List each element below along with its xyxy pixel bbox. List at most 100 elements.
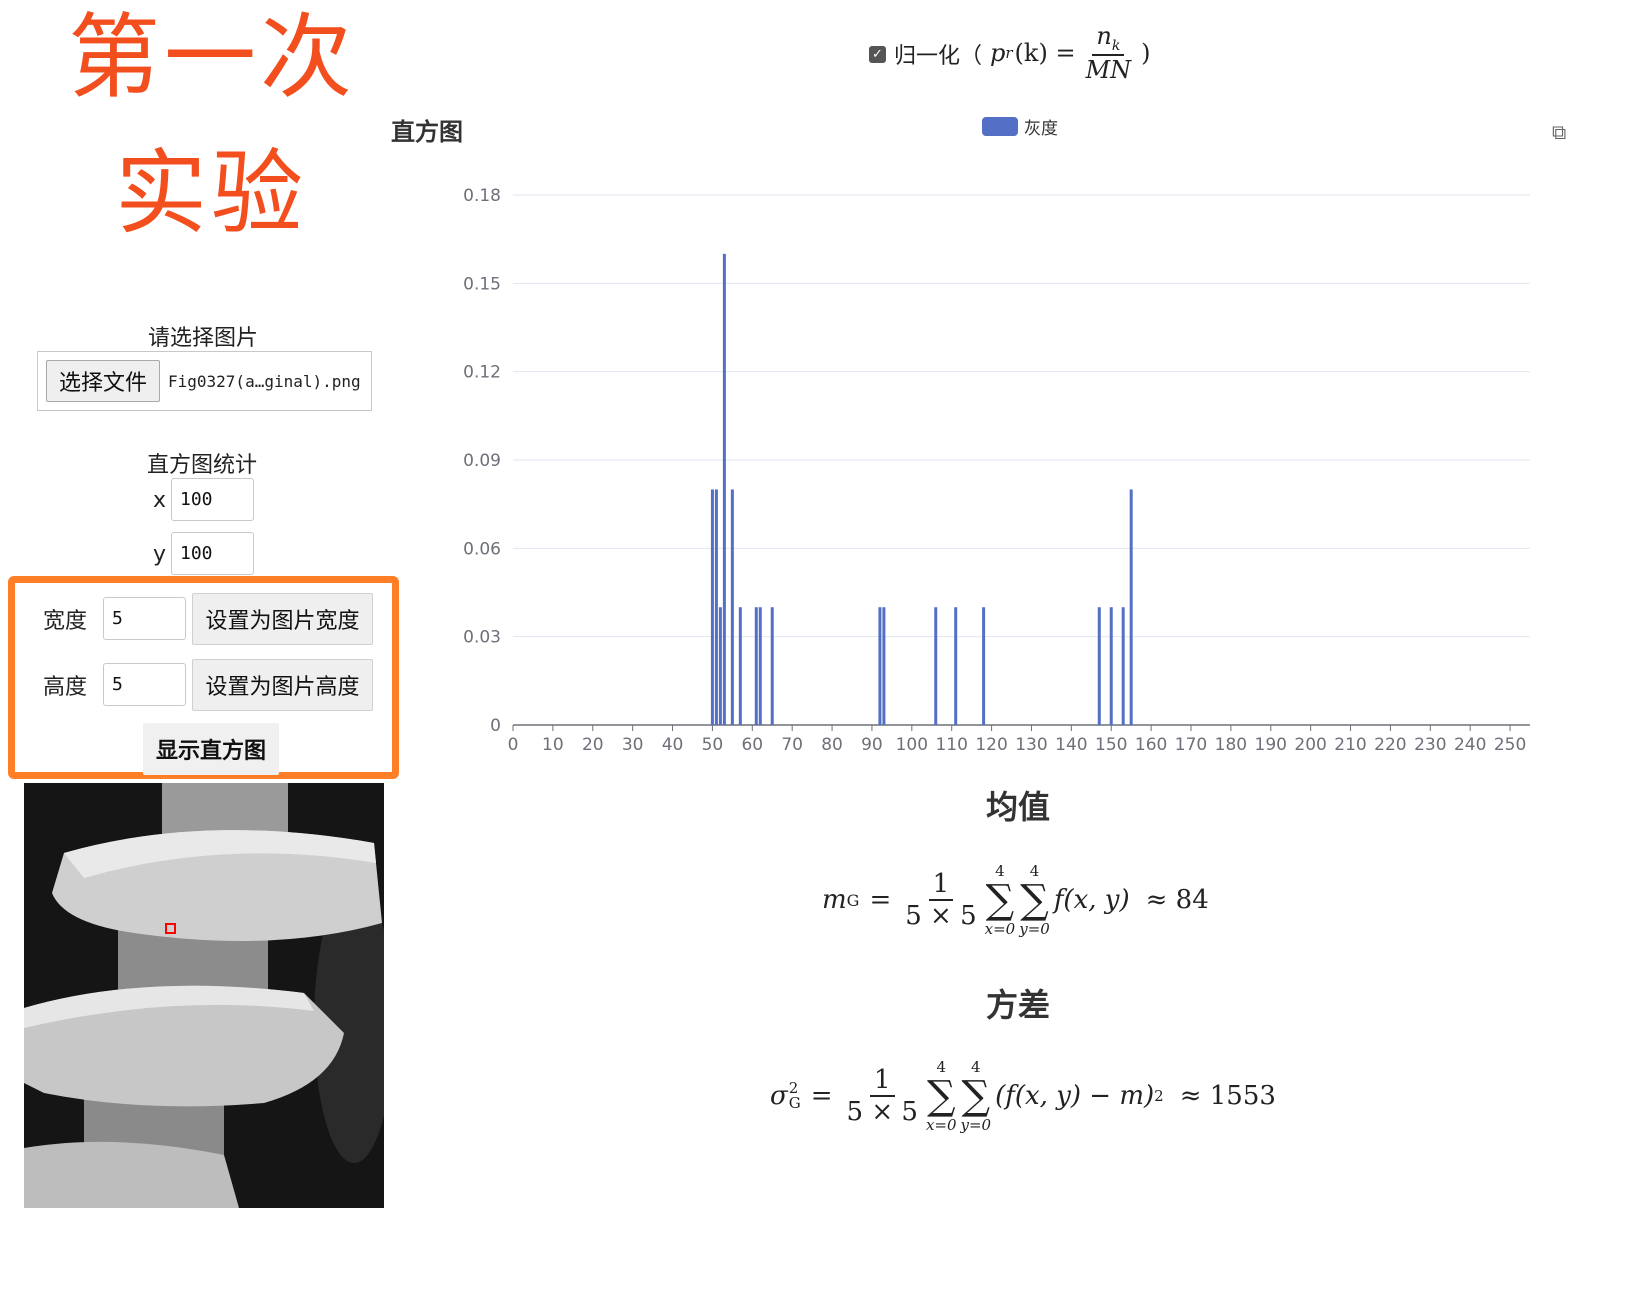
variance-frac-num: 1 [869, 1065, 895, 1097]
set-height-button[interactable]: 设置为图片高度 [192, 659, 373, 711]
formula-arg: (k) = [1014, 39, 1076, 67]
x-tick-label: 150 [1095, 735, 1127, 755]
x-tick-label: 90 [861, 735, 883, 755]
chart-title: 直方图 [391, 118, 463, 146]
formula-p-sub: r [1005, 44, 1013, 62]
x-tick-label: 20 [582, 735, 604, 755]
mean-heading: 均值 [986, 788, 1051, 826]
histogram-bar [1109, 607, 1113, 725]
normalize-label: 归一化（ [894, 44, 983, 69]
x-tick-label: 220 [1374, 735, 1406, 755]
x-tick-label: 100 [896, 735, 928, 755]
x-tick-label: 200 [1294, 735, 1326, 755]
histogram-bar [758, 607, 762, 725]
chart-legend[interactable]: 灰度 [982, 114, 1058, 139]
choose-file-button[interactable]: 选择文件 [46, 360, 160, 402]
histogram-bar [710, 489, 714, 725]
legend-label: 灰度 [1024, 119, 1058, 139]
y-tick-label: 0.12 [463, 363, 501, 383]
histogram-bar [954, 607, 958, 725]
source-image[interactable] [24, 783, 384, 1208]
variance-result: ≈ 1553 [1179, 1081, 1276, 1111]
x-tick-label: 250 [1494, 735, 1526, 755]
x-tick-label: 180 [1215, 735, 1247, 755]
mean-sum1-bot: x=0 [984, 920, 1016, 938]
size-controls-panel: 宽度 5 设置为图片宽度 高度 5 设置为图片高度 显示直方图 [8, 576, 399, 779]
stats-heading: 直方图统计 [147, 453, 258, 478]
y-tick-label: 0.06 [463, 539, 501, 559]
x-tick-label: 230 [1414, 735, 1446, 755]
y-tick-label: 0.18 [463, 186, 501, 206]
mean-frac-num: 1 [928, 869, 954, 901]
normalize-checkbox[interactable]: ✓ [869, 45, 886, 63]
height-input[interactable]: 5 [103, 663, 186, 706]
y-label: y [153, 542, 167, 567]
file-prompt: 请选择图片 [148, 326, 259, 351]
x-input[interactable]: 100 [171, 478, 254, 521]
height-label: 高度 [43, 675, 88, 700]
formula-close: ) [1141, 39, 1151, 67]
x-tick-label: 30 [622, 735, 644, 755]
x-tick-label: 160 [1135, 735, 1167, 755]
histogram-bar [1129, 489, 1133, 725]
x-tick-label: 80 [821, 735, 843, 755]
width-label: 宽度 [43, 609, 88, 634]
x-tick-label: 10 [542, 735, 564, 755]
x-tick-label: 110 [935, 735, 967, 755]
x-tick-label: 190 [1255, 735, 1287, 755]
histogram-bar [754, 607, 758, 725]
x-tick-label: 210 [1334, 735, 1366, 755]
histogram-bar [1097, 607, 1101, 725]
variance-formula: σ2G = 15 × 5 4 ∑ x=0 4 ∑ y=0 (f(x, y) − m) 2 … [770, 1058, 1276, 1134]
formula-frac: nk MN [1082, 22, 1136, 84]
variance-lhs: σ [770, 1081, 788, 1111]
x-label: x [153, 488, 167, 513]
y-tick-label: 0.15 [463, 274, 501, 294]
normalize-toggle[interactable]: ✓ 归一化（ [869, 36, 982, 72]
width-input[interactable]: 5 [103, 597, 186, 640]
file-name: Fig0327(a…ginal).png [168, 372, 361, 391]
variance-sum1-bot: x=0 [925, 1116, 957, 1134]
mean-lhs-sub: G [846, 890, 860, 910]
histogram-bar [934, 607, 938, 725]
histogram-bar [770, 607, 774, 725]
x-tick-label: 50 [702, 735, 724, 755]
histogram-bar [730, 489, 734, 725]
page-title-line1: 第一次 [68, 4, 357, 111]
x-tick-label: 40 [662, 735, 684, 755]
page-title-line2: 实验 [115, 140, 308, 247]
x-tick-label: 130 [1015, 735, 1047, 755]
variance-sum2-bot: y=0 [960, 1116, 992, 1134]
x-tick-label: 120 [975, 735, 1007, 755]
variance-heading: 方差 [986, 986, 1051, 1024]
set-width-button[interactable]: 设置为图片宽度 [192, 593, 373, 645]
toolbox-icon[interactable]: ⧉ [1552, 120, 1566, 144]
mean-formula: mG = 15 × 5 4 ∑ x=0 4 ∑ y=0 f(x, y) ≈ 84 [822, 862, 1209, 938]
y-tick-label: 0 [490, 716, 501, 736]
mean-result: ≈ 84 [1145, 885, 1209, 915]
formula-mn: MN [1085, 55, 1132, 84]
mean-frac-den: 5 × 5 [905, 901, 977, 931]
file-input[interactable]: 选择文件 Fig0327(a…ginal).png [37, 351, 372, 411]
x-tick-label: 240 [1454, 735, 1486, 755]
histogram-bar [722, 253, 726, 725]
variance-body-sup: 2 [1154, 1087, 1164, 1105]
normalize-formula: p r (k) = nk MN ) [990, 22, 1151, 84]
histogram-bar [1121, 607, 1125, 725]
x-tick-label: 70 [781, 735, 803, 755]
histogram-bar [738, 607, 742, 725]
x-tick-label: 170 [1175, 735, 1207, 755]
show-histogram-button[interactable]: 显示直方图 [143, 723, 279, 775]
mean-sum2-bot: y=0 [1019, 920, 1050, 938]
formula-n-sub: k [1111, 37, 1121, 54]
histogram-bar [882, 607, 886, 725]
mean-body: f(x, y) [1053, 885, 1130, 915]
y-tick-label: 0.03 [463, 628, 501, 648]
histogram-bar [718, 607, 722, 725]
x-tick-label: 60 [741, 735, 763, 755]
y-tick-label: 0.09 [463, 451, 501, 471]
formula-n: n [1096, 22, 1112, 51]
x-tick-label: 140 [1055, 735, 1087, 755]
y-input[interactable]: 100 [171, 532, 254, 575]
formula-p: p [990, 39, 1006, 67]
